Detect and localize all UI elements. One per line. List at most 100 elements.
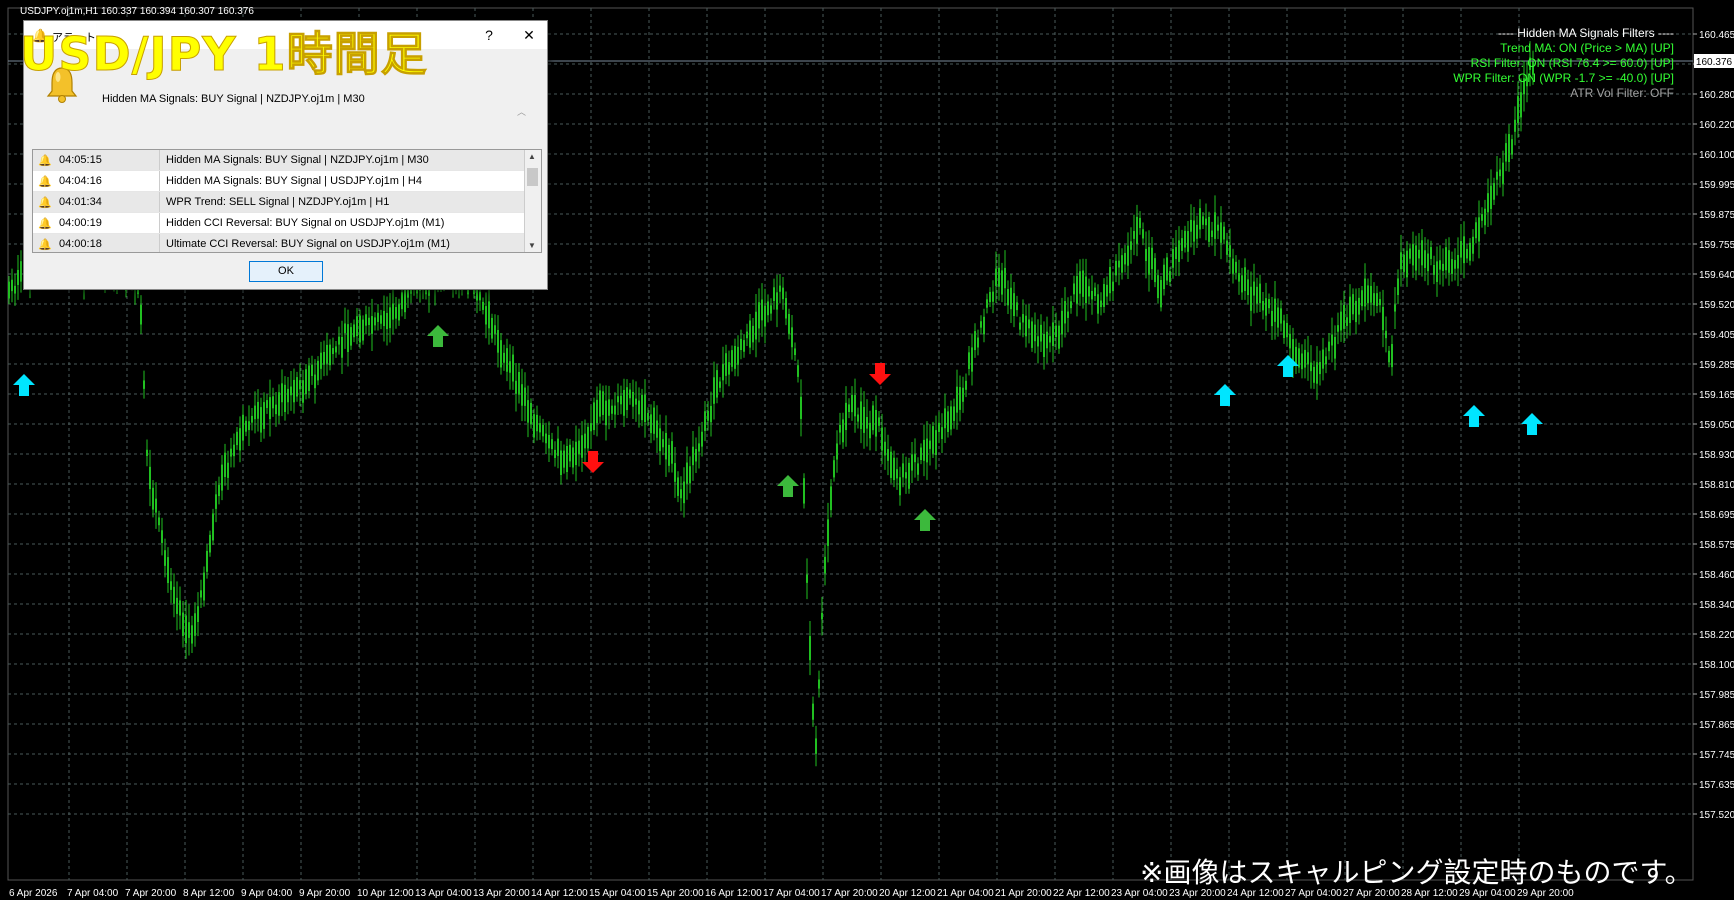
- list-scrollbar[interactable]: ▲ ▼: [524, 150, 541, 252]
- candle-body: [905, 472, 907, 479]
- candle-body: [1475, 222, 1477, 239]
- candle-body: [1469, 242, 1471, 261]
- price-axis-label: 157.985: [1699, 690, 1734, 701]
- candle-body: [1427, 253, 1429, 272]
- filters-panel: ---- Hidden MA Signals Filters ---- Tren…: [1453, 26, 1674, 101]
- candle-body: [950, 406, 952, 430]
- candle-body: [1388, 350, 1390, 363]
- candle-body: [1136, 216, 1138, 245]
- candle-body: [494, 325, 496, 335]
- candle-body: [389, 307, 391, 329]
- candle-body: [848, 404, 850, 412]
- alert-time: 04:00:19: [59, 217, 102, 229]
- candle-body: [839, 424, 841, 433]
- candle-body: [293, 379, 295, 403]
- candle-body: [983, 316, 985, 335]
- candle-body: [1109, 267, 1111, 294]
- candle-body: [149, 466, 151, 490]
- candle-body: [404, 289, 406, 313]
- candle-body: [1409, 248, 1411, 259]
- candle-body: [893, 457, 895, 481]
- candle-body: [320, 352, 322, 369]
- candle-body: [161, 530, 163, 543]
- candle-body: [1376, 293, 1378, 306]
- svg-text:160.376: 160.376: [1696, 57, 1733, 68]
- candle-body: [395, 307, 397, 319]
- candle-body: [164, 550, 166, 566]
- price-axis-label: 159.640: [1699, 270, 1734, 281]
- candle-body: [1175, 247, 1177, 259]
- candle-body: [290, 386, 292, 396]
- scroll-down-icon[interactable]: ▼: [528, 241, 536, 250]
- candle-body: [1274, 298, 1276, 322]
- price-axis-label: 159.165: [1699, 390, 1734, 401]
- candle-body: [1049, 336, 1051, 343]
- candle-body: [782, 287, 784, 300]
- candle-body: [1064, 301, 1066, 324]
- candle-body: [689, 466, 691, 484]
- list-item[interactable]: 🔔 04:00:18 Ultimate CCI Reversal: BUY Sign…: [33, 234, 541, 252]
- candle-body: [869, 422, 871, 439]
- candle-body: [1211, 230, 1213, 237]
- time-axis-label: 10 Apr 12:00: [357, 888, 414, 899]
- candle-body: [1463, 236, 1465, 264]
- candle-body: [764, 305, 766, 327]
- candle-body: [1487, 193, 1489, 213]
- candle-body: [626, 387, 628, 411]
- filter-line-trend: Trend MA: ON (Price > MA) [UP]: [1500, 41, 1674, 55]
- candle-body: [1235, 261, 1237, 273]
- candle-body: [908, 462, 910, 489]
- candle-body: [1043, 333, 1045, 358]
- help-button[interactable]: ?: [474, 25, 504, 45]
- candle-body: [605, 400, 607, 426]
- candle-body: [329, 344, 331, 366]
- candle-body: [980, 321, 982, 328]
- candle-body: [1367, 285, 1369, 304]
- list-item[interactable]: 🔔 04:04:16 Hidden MA Signals: BUY Signal |…: [33, 171, 541, 192]
- candle-body: [1061, 310, 1063, 335]
- candle-body: [1484, 208, 1486, 226]
- candle-body: [692, 446, 694, 466]
- candle-body: [1010, 287, 1012, 310]
- candle-body: [1166, 257, 1168, 281]
- candle-body: [995, 268, 997, 286]
- candle-body: [1052, 322, 1054, 347]
- candle-body: [1025, 315, 1027, 337]
- list-item[interactable]: 🔔 04:05:15 Hidden MA Signals: BUY Signal |…: [33, 150, 541, 171]
- candle-body: [518, 371, 520, 395]
- candle-body: [1019, 322, 1021, 330]
- candle-body: [167, 557, 169, 584]
- time-axis-label: 7 Apr 04:00: [67, 888, 119, 899]
- candle-body: [1034, 324, 1036, 342]
- scroll-thumb[interactable]: [527, 168, 538, 186]
- candle-body: [635, 398, 637, 405]
- price-axis-label: 157.865: [1699, 720, 1734, 731]
- alert-message: Hidden MA Signals: BUY Signal | NZDJPY.o…: [102, 93, 365, 105]
- scroll-up-icon[interactable]: ▲: [528, 152, 536, 161]
- list-item[interactable]: 🔔 04:00:19 Hidden CCI Reversal: BUY Signal…: [33, 213, 541, 234]
- candle-body: [206, 550, 208, 572]
- close-button[interactable]: ✕: [514, 25, 544, 45]
- candle-body: [1118, 260, 1120, 268]
- candle-body: [704, 411, 706, 431]
- candle-body: [710, 405, 712, 423]
- price-axis-label: 159.285: [1699, 360, 1734, 371]
- candle-body: [587, 426, 589, 449]
- candle-body: [1250, 286, 1252, 311]
- price-axis-label: 158.460: [1699, 570, 1734, 581]
- candle-body: [929, 440, 931, 449]
- candle-body: [686, 462, 688, 484]
- price-axis-label: 158.930: [1699, 450, 1734, 461]
- ok-button[interactable]: OK: [249, 261, 323, 282]
- alert-history-list[interactable]: 🔔 04:05:15 Hidden MA Signals: BUY Signal |…: [32, 149, 542, 253]
- candle-body: [1436, 261, 1438, 282]
- list-item[interactable]: 🔔 04:01:34 WPR Trend: SELL Signal | NZDJPY…: [33, 192, 541, 213]
- candle-body: [617, 396, 619, 403]
- candle-body: [962, 387, 964, 402]
- candle-body: [770, 305, 772, 314]
- candle-body: [977, 337, 979, 348]
- candle-body: [188, 622, 190, 638]
- price-axis-label: 158.695: [1699, 510, 1734, 521]
- candle-body: [1331, 334, 1333, 346]
- candle-body: [1433, 264, 1435, 275]
